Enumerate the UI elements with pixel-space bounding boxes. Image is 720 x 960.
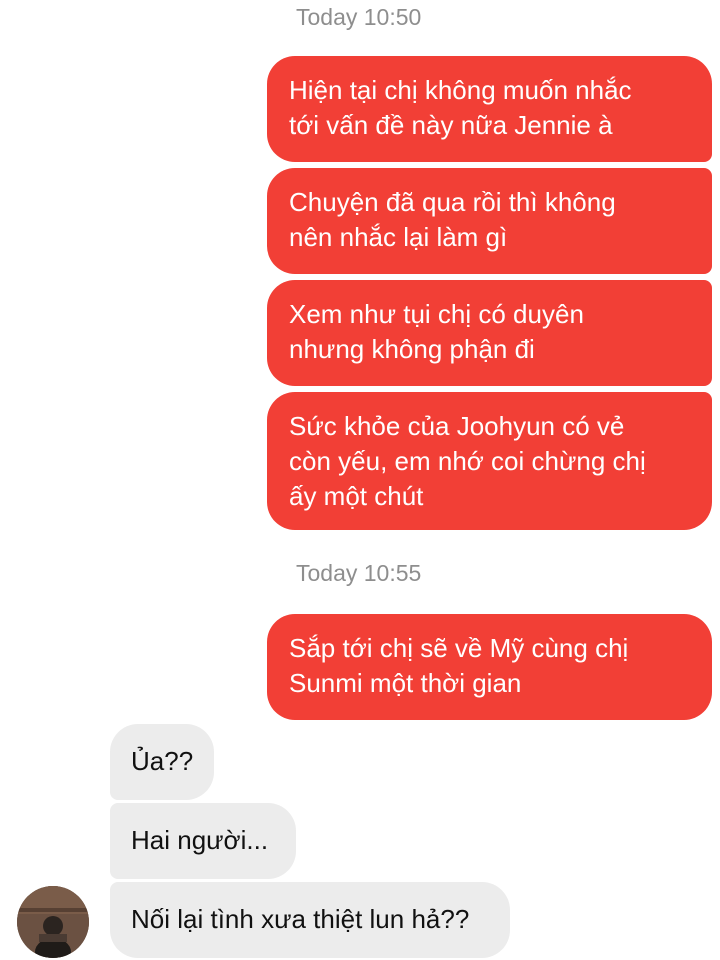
outgoing-message-bubble[interactable]: Chuyện đã qua rồi thì không nên nhắc lại…: [267, 168, 712, 274]
message-line: Sức khỏe của Joohyun có vẻ: [289, 411, 625, 441]
message-line: nên nhắc lại làm gì: [289, 222, 508, 252]
message-line: ấy một chút: [289, 481, 424, 511]
message-line: Sắp tới chị sẽ về Mỹ cùng chị: [289, 633, 629, 663]
timestamp: Today 10:50: [296, 4, 422, 30]
incoming-message-bubble[interactable]: Ủa??: [110, 724, 214, 800]
avatar-image: [17, 886, 89, 958]
message-line: Chuyện đã qua rồi thì không: [289, 187, 616, 217]
outgoing-message-bubble[interactable]: Sắp tới chị sẽ về Mỹ cùng chị Sunmi một …: [267, 614, 712, 720]
timestamp: Today 10:55: [296, 560, 422, 586]
message-line: nhưng không phận đi: [289, 334, 535, 364]
outgoing-message-bubble[interactable]: Sức khỏe của Joohyun có vẻ còn yếu, em n…: [267, 392, 712, 530]
message-text: Ủa??: [131, 746, 194, 776]
outgoing-message-bubble[interactable]: Xem như tụi chị có duyên nhưng không phậ…: [267, 280, 712, 386]
outgoing-message-bubble[interactable]: Hiện tại chị không muốn nhắc tới vấn đề …: [267, 56, 712, 162]
message-line: Xem như tụi chị có duyên: [289, 299, 584, 329]
incoming-message-bubble[interactable]: Hai người...: [110, 803, 296, 879]
message-line: Hiện tại chị không muốn nhắc: [289, 75, 632, 105]
message-line: còn yếu, em nhớ coi chừng chị: [289, 446, 646, 476]
message-line: tới vấn đề này nữa Jennie à: [289, 110, 613, 140]
contact-avatar[interactable]: [17, 886, 89, 958]
message-text: Hai người...: [131, 825, 269, 855]
message-text: Nối lại tình xưa thiệt lun hả??: [131, 904, 470, 934]
chat-thread[interactable]: Today 10:50 Hiện tại chị không muốn nhắc…: [0, 0, 720, 960]
incoming-message-bubble[interactable]: Nối lại tình xưa thiệt lun hả??: [110, 882, 510, 958]
message-line: Sunmi một thời gian: [289, 668, 522, 698]
